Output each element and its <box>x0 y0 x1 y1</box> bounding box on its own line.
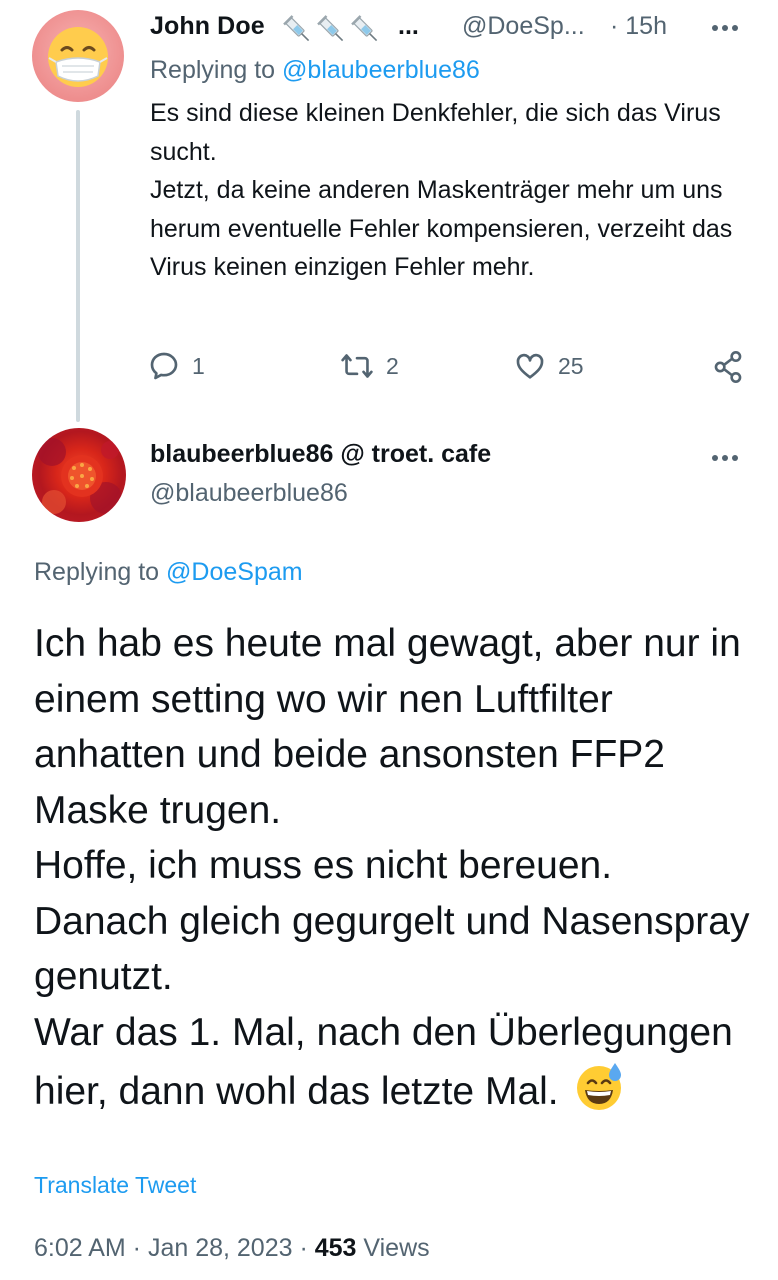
views-count: 453 <box>314 1234 357 1262</box>
translate-tweet-link[interactable]: Translate Tweet <box>34 1172 196 1199</box>
syringe-icon <box>283 15 310 42</box>
replying-to-mention[interactable]: @DoeSpam <box>166 558 303 586</box>
replying-to-mention[interactable]: @blaubeerblue86 <box>282 56 480 84</box>
like-count: 25 <box>558 352 584 379</box>
author-handle[interactable]: @DoeSp... <box>462 12 585 41</box>
replying-to-label: Replying to <box>34 558 167 586</box>
more-options-button[interactable] <box>708 18 742 43</box>
replying-to: Replying to @DoeSpam <box>34 558 303 587</box>
syringe-icon <box>317 15 344 42</box>
grinning-sweat-emoji <box>573 1060 625 1128</box>
replying-to: Replying to @blaubeerblue86 <box>150 56 480 85</box>
replying-to-label: Replying to <box>150 56 283 84</box>
more-options-button[interactable] <box>708 448 742 473</box>
avatar-john-doe[interactable] <box>32 10 124 102</box>
reply-count: 1 <box>192 352 205 379</box>
retweet-count: 2 <box>386 352 399 379</box>
tweet-metadata: 6:02 AM · Jan 28, 2023 · 453 Views <box>34 1234 430 1263</box>
retweet-button[interactable]: 2 <box>340 350 399 382</box>
share-icon <box>714 351 742 383</box>
avatar-blaubeerblue86[interactable] <box>32 428 126 522</box>
reply-icon <box>150 352 178 380</box>
tweet-body: Ich hab es heute mal gewagt, aber nur in… <box>34 616 754 1128</box>
name-emoji-row <box>282 14 412 48</box>
reply-button[interactable]: 1 <box>148 350 205 382</box>
share-button[interactable] <box>712 350 744 384</box>
tweet-timestamp[interactable]: 6:02 AM · Jan 28, 2023 · <box>34 1234 315 1262</box>
more-dots-icon <box>712 25 738 31</box>
views-label: Views <box>356 1234 430 1262</box>
tweet-text: Ich hab es heute mal gewagt, aber nur in… <box>34 622 750 1113</box>
name-ellipsis: ... <box>398 12 419 40</box>
tweet-time[interactable]: · 15h <box>610 12 667 41</box>
more-dots-icon <box>712 455 738 461</box>
author-handle[interactable]: @blaubeerblue86 <box>150 479 348 508</box>
retweet-icon <box>341 354 373 378</box>
author-name[interactable]: blaubeerblue86 @ troet. cafe <box>150 440 491 469</box>
heart-icon <box>516 353 544 379</box>
thread-connector-line <box>76 110 80 422</box>
like-button[interactable]: 25 <box>514 350 584 382</box>
tweet-text: Es sind diese kleinen Denkfehler, die si… <box>150 99 733 281</box>
syringe-icon <box>351 15 378 42</box>
author-name[interactable]: John Doe <box>150 12 265 41</box>
